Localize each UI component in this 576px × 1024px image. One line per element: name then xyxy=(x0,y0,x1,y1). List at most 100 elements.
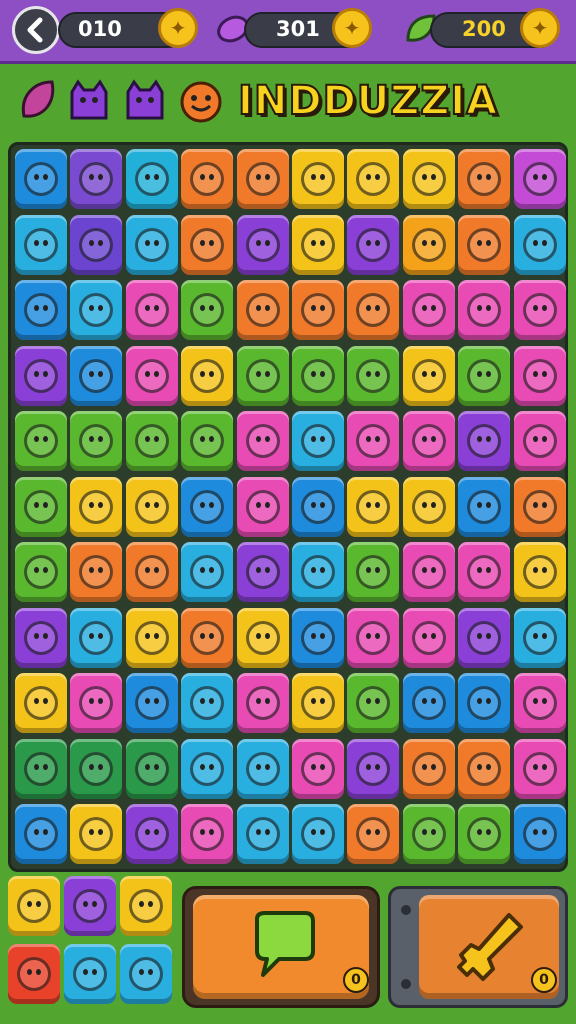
board-tile[interactable] xyxy=(347,738,400,799)
board-tile[interactable] xyxy=(292,280,344,340)
board-tile[interactable] xyxy=(15,738,67,799)
board-tile[interactable] xyxy=(292,607,344,668)
board-tile[interactable] xyxy=(402,738,455,799)
board-tile[interactable] xyxy=(292,542,344,602)
board-tile[interactable] xyxy=(402,542,455,602)
board-tile[interactable] xyxy=(292,214,344,275)
board-tile[interactable] xyxy=(513,280,566,340)
board-tile[interactable] xyxy=(402,476,455,537)
board-tile[interactable] xyxy=(125,476,178,537)
board-tile[interactable] xyxy=(513,476,566,537)
board-tile[interactable] xyxy=(292,738,344,799)
board-tile[interactable] xyxy=(15,280,67,340)
board-tile[interactable] xyxy=(347,673,400,733)
board-tile[interactable] xyxy=(125,345,178,406)
board-tile[interactable] xyxy=(70,607,123,668)
board-tile[interactable] xyxy=(236,411,289,471)
board-tile[interactable] xyxy=(292,804,344,864)
board-tile[interactable] xyxy=(70,411,123,471)
board-tile[interactable] xyxy=(402,345,455,406)
board-tile[interactable] xyxy=(181,476,234,537)
board-tile[interactable] xyxy=(15,476,67,537)
board-tile[interactable] xyxy=(70,476,123,537)
board-tile[interactable] xyxy=(125,411,178,471)
board-tile[interactable] xyxy=(15,804,67,864)
board-tile[interactable] xyxy=(458,149,511,209)
board-tile[interactable] xyxy=(347,280,400,340)
board-tile[interactable] xyxy=(125,607,178,668)
hint-button[interactable]: 0 xyxy=(182,886,380,1008)
coin-icon[interactable]: ✦ xyxy=(158,8,198,48)
board-tile[interactable] xyxy=(458,476,511,537)
board-tile[interactable] xyxy=(181,738,234,799)
board-tile[interactable] xyxy=(292,149,344,209)
board-tile[interactable] xyxy=(402,149,455,209)
board-tile[interactable] xyxy=(292,476,344,537)
board-tile[interactable] xyxy=(513,542,566,602)
board-tile[interactable] xyxy=(458,804,511,864)
board-tile[interactable] xyxy=(70,542,123,602)
board-tile[interactable] xyxy=(125,738,178,799)
board-tile[interactable] xyxy=(236,149,289,209)
board-tile[interactable] xyxy=(70,280,123,340)
board-tile[interactable] xyxy=(347,607,400,668)
board-tile[interactable] xyxy=(70,345,123,406)
board-tile[interactable] xyxy=(347,804,400,864)
board-tile[interactable] xyxy=(70,804,123,864)
board-tile[interactable] xyxy=(513,214,566,275)
board-tile[interactable] xyxy=(402,411,455,471)
board-tile[interactable] xyxy=(15,673,67,733)
board-tile[interactable] xyxy=(458,673,511,733)
board-tile[interactable] xyxy=(236,673,289,733)
board-tile[interactable] xyxy=(181,149,234,209)
board-tile[interactable] xyxy=(513,149,566,209)
board-tile[interactable] xyxy=(458,280,511,340)
board-tile[interactable] xyxy=(70,149,123,209)
board-tile[interactable] xyxy=(15,411,67,471)
reserve-tile[interactable] xyxy=(120,944,172,1004)
board-tile[interactable] xyxy=(181,673,234,733)
board-tile[interactable] xyxy=(347,542,400,602)
board-tile[interactable] xyxy=(292,345,344,406)
board-tile[interactable] xyxy=(347,345,400,406)
board-tile[interactable] xyxy=(125,804,178,864)
board-tile[interactable] xyxy=(70,673,123,733)
board-tile[interactable] xyxy=(70,214,123,275)
board-tile[interactable] xyxy=(458,345,511,406)
coin-icon[interactable]: ✦ xyxy=(332,8,372,48)
board-tile[interactable] xyxy=(181,280,234,340)
board-tile[interactable] xyxy=(458,607,511,668)
board-tile[interactable] xyxy=(513,411,566,471)
board-tile[interactable] xyxy=(236,738,289,799)
board-tile[interactable] xyxy=(125,542,178,602)
board-tile[interactable] xyxy=(181,804,234,864)
reserve-tile[interactable] xyxy=(8,944,60,1004)
board-tile[interactable] xyxy=(181,542,234,602)
board-tile[interactable] xyxy=(236,804,289,864)
coin-icon[interactable]: ✦ xyxy=(520,8,560,48)
board-tile[interactable] xyxy=(402,804,455,864)
board-tile[interactable] xyxy=(292,411,344,471)
board-tile[interactable] xyxy=(513,607,566,668)
board-tile[interactable] xyxy=(181,214,234,275)
reserve-tile[interactable] xyxy=(120,876,172,936)
board-tile[interactable] xyxy=(513,804,566,864)
board-tile[interactable] xyxy=(236,280,289,340)
reserve-tile[interactable] xyxy=(64,876,116,936)
board-tile[interactable] xyxy=(402,607,455,668)
board-tile[interactable] xyxy=(181,607,234,668)
board-tile[interactable] xyxy=(15,542,67,602)
reserve-tile[interactable] xyxy=(8,876,60,936)
board-tile[interactable] xyxy=(15,149,67,209)
back-button[interactable] xyxy=(12,6,60,54)
board-tile[interactable] xyxy=(15,345,67,406)
board-tile[interactable] xyxy=(125,673,178,733)
board-tile[interactable] xyxy=(458,214,511,275)
board-tile[interactable] xyxy=(15,607,67,668)
board-tile[interactable] xyxy=(125,280,178,340)
board-tile[interactable] xyxy=(236,476,289,537)
board-tile[interactable] xyxy=(402,280,455,340)
board-tile[interactable] xyxy=(236,542,289,602)
board-tile[interactable] xyxy=(513,673,566,733)
board-tile[interactable] xyxy=(513,738,566,799)
